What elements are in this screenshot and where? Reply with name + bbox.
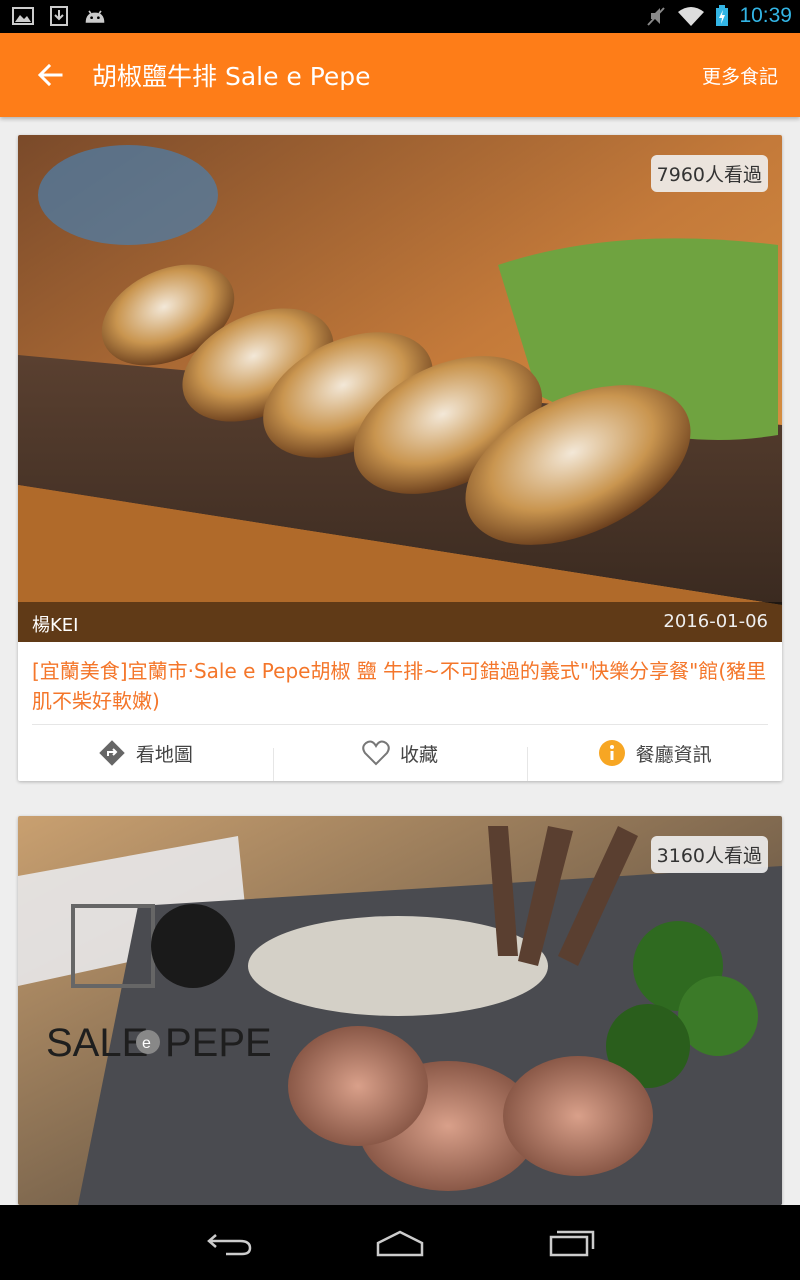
system-nav-bar xyxy=(0,1205,800,1280)
svg-text:e: e xyxy=(142,1035,151,1052)
svg-text:SALE: SALE xyxy=(46,1021,148,1065)
back-nav-icon xyxy=(207,1234,252,1256)
restaurant-info-label: 餐廳資訊 xyxy=(635,743,712,766)
view-map-label: 看地圖 xyxy=(135,743,193,766)
recents-nav-icon xyxy=(549,1230,595,1257)
nav-back-button[interactable] xyxy=(200,1223,260,1263)
grilled-squid-photo xyxy=(18,135,782,642)
page-title: 胡椒鹽牛排 Sale e Pepe xyxy=(92,62,371,91)
directions-icon xyxy=(99,740,125,766)
mute-icon xyxy=(647,7,666,26)
battery-charging-icon xyxy=(716,5,729,26)
favorite-button[interactable]: 收藏 xyxy=(272,740,528,781)
clock: 10:39 xyxy=(739,4,792,27)
heart-icon xyxy=(362,740,390,766)
post-date: 2016-01-06 xyxy=(663,611,768,632)
lamb-chops-photo: SALE e PEPE xyxy=(18,816,782,1205)
review-card[interactable]: SALE e PEPE 3160人看過 xyxy=(18,816,782,1205)
wifi-icon xyxy=(678,7,705,26)
nav-home-button[interactable] xyxy=(370,1223,430,1263)
nav-recents-button[interactable] xyxy=(541,1223,601,1263)
arrow-back-icon xyxy=(37,63,63,87)
review-card[interactable]: 7960人看過 楊KEI 2016-01-06 [宜蘭美食]宜蘭市‧Sale e… xyxy=(18,135,782,781)
info-icon xyxy=(598,740,625,766)
home-nav-icon xyxy=(376,1230,424,1257)
restaurant-info-button[interactable]: 餐廳資訊 xyxy=(527,739,782,781)
favorite-label: 收藏 xyxy=(400,743,439,766)
review-title[interactable]: [宜蘭美食]宜蘭市‧Sale e Pepe胡椒 鹽 牛排~不可錯過的義式"快樂分… xyxy=(18,642,782,718)
android-icon xyxy=(85,10,105,23)
card-photo[interactable]: SALE e PEPE 3160人看過 xyxy=(18,816,782,1205)
status-bar: 10:39 xyxy=(0,0,800,33)
app-bar: 胡椒鹽牛排 Sale e Pepe 更多食記 xyxy=(0,33,800,117)
card-photo[interactable]: 7960人看過 楊KEI 2016-01-06 xyxy=(18,135,782,642)
image-icon xyxy=(12,7,34,25)
views-badge: 3160人看過 xyxy=(650,836,768,873)
views-badge: 7960人看過 xyxy=(650,155,768,192)
download-icon xyxy=(50,6,68,26)
more-reviews-link[interactable]: 更多食記 xyxy=(702,62,778,89)
author-name: 楊KEI xyxy=(32,615,79,636)
svg-text:PEPE: PEPE xyxy=(165,1021,272,1065)
caption-bar: 楊KEI 2016-01-06 xyxy=(18,602,782,642)
card-actions: 看地圖 收藏 餐廳資訊 xyxy=(18,725,782,781)
view-map-button[interactable]: 看地圖 xyxy=(18,739,273,767)
back-button[interactable] xyxy=(30,55,70,95)
